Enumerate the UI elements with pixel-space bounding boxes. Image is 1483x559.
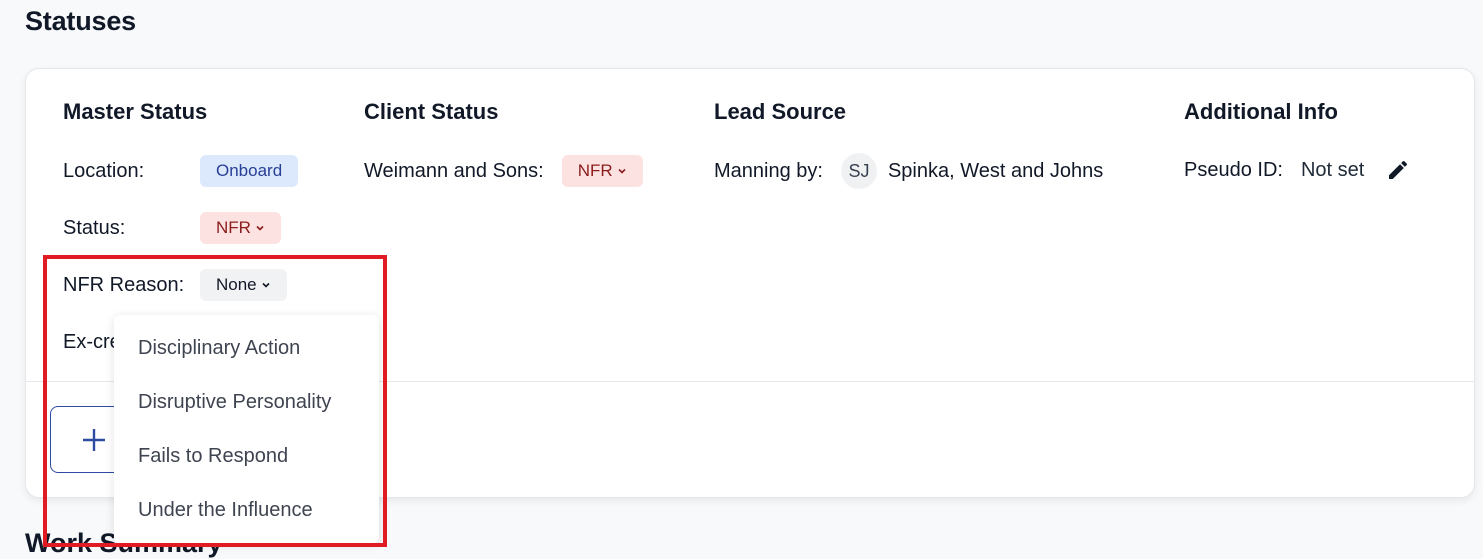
- additional-info-heading: Additional Info: [1184, 99, 1338, 124]
- pseudo-id-row: Pseudo ID: Not set: [1184, 153, 1410, 187]
- avatar: SJ: [840, 153, 877, 189]
- client-status-dropdown[interactable]: NFR: [561, 155, 643, 187]
- location-badge[interactable]: Onboard: [200, 155, 299, 187]
- manning-row: Manning by: SJ Spinka, West and Johns: [714, 153, 1103, 189]
- status-dropdown[interactable]: NFR: [200, 212, 281, 244]
- client-status-column: Client Status: [364, 97, 498, 127]
- pencil-edit-icon[interactable]: [1386, 158, 1410, 182]
- nfr-reason-dropdown[interactable]: None: [200, 269, 287, 301]
- status-label: Status:: [63, 216, 126, 239]
- location-row: Location: Onboard: [63, 154, 299, 188]
- dropdown-option-disciplinary-action[interactable]: Disciplinary Action: [138, 337, 300, 360]
- dropdown-option-disruptive-personality[interactable]: Disruptive Personality: [138, 391, 331, 414]
- chevron-down-icon: [262, 282, 270, 288]
- nfr-reason-label: NFR Reason:: [63, 273, 185, 296]
- master-status-heading: Master Status: [63, 99, 208, 124]
- additional-info-column: Additional Info: [1184, 97, 1338, 127]
- lead-source-heading: Lead Source: [714, 99, 847, 124]
- lead-source-column: Lead Source: [714, 97, 846, 127]
- chevron-down-icon: [256, 225, 264, 231]
- nfr-reason-row: NFR Reason: None: [63, 268, 287, 302]
- nfr-reason-dropdown-menu: Disciplinary Action Disruptive Personali…: [114, 315, 379, 543]
- nfr-reason-value: None: [216, 275, 257, 294]
- manning-agency[interactable]: Spinka, West and Johns: [888, 160, 1103, 183]
- plus-icon: [83, 429, 105, 451]
- manning-label: Manning by:: [714, 159, 823, 182]
- client-status-heading: Client Status: [364, 99, 499, 124]
- status-value: NFR: [216, 218, 251, 237]
- dropdown-option-under-the-influence[interactable]: Under the Influence: [138, 499, 313, 522]
- location-label: Location:: [63, 159, 145, 182]
- dropdown-option-fails-to-respond[interactable]: Fails to Respond: [138, 445, 288, 468]
- chevron-down-icon: [618, 168, 626, 174]
- status-row: Status: NFR: [63, 211, 281, 245]
- section-title-statuses: Statuses: [25, 6, 136, 36]
- pseudo-id-label: Pseudo ID:: [1184, 158, 1283, 181]
- pseudo-id-value: Not set: [1300, 158, 1365, 181]
- client-row: Weimann and Sons: NFR: [364, 154, 643, 188]
- client-label: Weimann and Sons:: [364, 159, 544, 182]
- client-status-value: NFR: [577, 161, 613, 180]
- master-status-column: Master Status: [63, 97, 207, 127]
